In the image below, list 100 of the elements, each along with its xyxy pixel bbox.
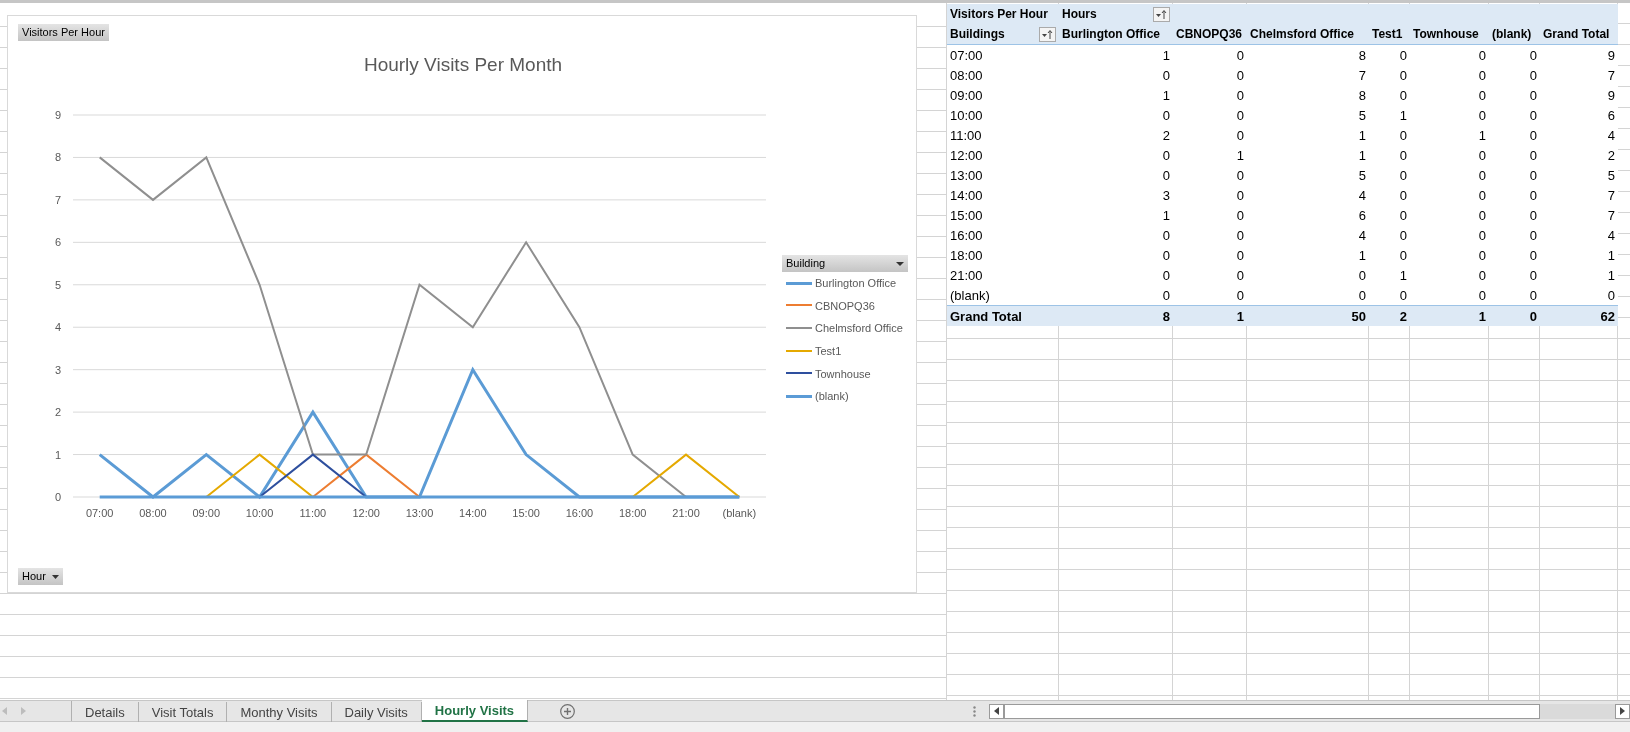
table-cell-text: 0	[1235, 66, 1245, 85]
x-axis-label: 12:00	[352, 507, 380, 519]
table-cell-text: 4	[1357, 186, 1367, 205]
y-axis-label: 0	[54, 491, 61, 503]
x-axis-label: 16:00	[565, 507, 594, 519]
table-cell-text: 0	[1398, 66, 1408, 85]
table-cell-text: 0	[1398, 46, 1408, 65]
table-cell-text: 0	[1528, 66, 1538, 85]
table-cell-text: 8	[1357, 46, 1367, 65]
table-cell-text: 0	[1477, 146, 1487, 165]
table-cell-text: 1	[1606, 246, 1616, 265]
row-field-label: Buildings	[950, 27, 1005, 41]
table-cell-text: 7	[1606, 206, 1616, 225]
total-cell-text: 1	[1235, 307, 1245, 326]
table-cell-text: 1	[1398, 266, 1408, 285]
table-cell-text: 0	[1477, 286, 1487, 305]
row-label: 09:00	[949, 86, 984, 105]
column-header: Townhouse	[1412, 26, 1480, 43]
table-cell-text: 0	[1235, 206, 1245, 225]
table-cell-text: 8	[1357, 86, 1367, 105]
table-cell-text: 1	[1477, 126, 1487, 145]
row-label: (blank)	[949, 286, 991, 305]
row-label: 13:00	[949, 166, 984, 185]
legend-label: Burlington Office	[815, 277, 897, 290]
table-cell-text: 0	[1235, 46, 1245, 65]
table-cell-text: 9	[1606, 86, 1616, 105]
legend-label: Townhouse	[815, 367, 871, 380]
table-cell-text: 1	[1161, 206, 1171, 225]
table-cell-text: 0	[1398, 166, 1408, 185]
x-axis-label: 18:00	[618, 507, 647, 519]
total-row-label: Grand Total	[949, 307, 1023, 326]
table-cell-text: 0	[1528, 186, 1538, 205]
x-axis-label: 13:00	[405, 507, 434, 519]
table-cell-text: 3	[1161, 186, 1171, 205]
row-label: 07:00	[949, 46, 984, 65]
table-cell-text: 0	[1357, 286, 1367, 305]
x-axis-label: 08:00	[139, 507, 167, 519]
y-axis-label: 7	[54, 193, 61, 206]
total-cell-text: 0	[1528, 307, 1538, 326]
table-cell-text: 0	[1398, 86, 1408, 105]
table-cell-text: 0	[1477, 266, 1487, 285]
table-cell-text: 0	[1161, 246, 1171, 265]
x-axis-label: 09:00	[192, 507, 221, 519]
table-cell-text: 0	[1477, 86, 1487, 105]
table-cell-text: 0	[1477, 246, 1487, 265]
table-cell-text: 6	[1606, 106, 1616, 125]
y-axis-label: 4	[54, 321, 61, 334]
row-label: 11:00	[949, 126, 983, 145]
table-cell-text: 0	[1528, 286, 1538, 305]
table-cell-text: 0	[1606, 286, 1616, 305]
table-cell-text: 0	[1477, 186, 1487, 205]
table-cell-text: 4	[1357, 226, 1367, 245]
column-header: CBNOPQ36	[1175, 26, 1244, 43]
y-axis-label: 6	[54, 236, 61, 249]
table-cell-text: 0	[1398, 186, 1408, 205]
total-cell-text: 8	[1161, 307, 1171, 326]
table-cell-text: 6	[1357, 206, 1367, 225]
table-cell-text: 5	[1357, 106, 1367, 125]
table-cell-text: 0	[1477, 166, 1487, 185]
x-axis-label: (blank)	[722, 507, 757, 519]
table-cell-text: 9	[1606, 46, 1616, 65]
y-axis-label: 3	[54, 363, 61, 376]
table-cell-text: 0	[1398, 246, 1408, 265]
table-cell-text: 1	[1606, 266, 1616, 285]
column-header: Burlington Office	[1061, 26, 1161, 43]
row-label: 10:00	[949, 106, 984, 125]
x-axis-label: 10:00	[245, 507, 274, 519]
table-cell-text: 0	[1357, 266, 1367, 285]
table-cell-text: 0	[1477, 206, 1487, 225]
total-cell-text: 1	[1477, 307, 1487, 326]
x-axis-label: 14:00	[459, 507, 487, 519]
y-axis-label: 5	[54, 278, 61, 291]
column-header: Grand Total	[1542, 26, 1611, 43]
table-cell-text: 0	[1235, 186, 1245, 205]
chart-title: Hourly Visits Per Month	[363, 54, 563, 75]
table-cell-text: 0	[1161, 166, 1171, 185]
table-cell-text: 0	[1161, 226, 1171, 245]
table-cell-text: 4	[1606, 226, 1616, 245]
table-cell-text: 0	[1235, 126, 1245, 145]
table-cell-text: 1	[1357, 146, 1367, 165]
table-cell-text: 0	[1235, 106, 1245, 125]
table-cell-text: 0	[1528, 226, 1538, 245]
table-cell-text: 1	[1357, 126, 1367, 145]
table-cell-text: 0	[1528, 166, 1538, 185]
row-label: 16:00	[949, 226, 984, 245]
row-label: 14:00	[949, 186, 984, 205]
table-cell-text: 0	[1528, 86, 1538, 105]
table-cell-text: 5	[1357, 166, 1367, 185]
table-cell-text: 0	[1161, 146, 1171, 165]
table-cell-text: 0	[1398, 286, 1408, 305]
table-cell-text: 2	[1606, 146, 1616, 165]
y-axis-label: 8	[54, 151, 61, 164]
legend-label: (blank)	[815, 390, 849, 403]
x-axis-label: 11:00	[299, 507, 327, 519]
table-cell-text: 0	[1528, 206, 1538, 225]
row-label: 15:00	[949, 206, 984, 225]
legend-label: Chelmsford Office	[815, 322, 903, 335]
pivot-title: Visitors Per Hour	[949, 6, 1049, 23]
table-cell-text: 4	[1606, 126, 1616, 145]
table-cell-text: 7	[1606, 66, 1616, 85]
